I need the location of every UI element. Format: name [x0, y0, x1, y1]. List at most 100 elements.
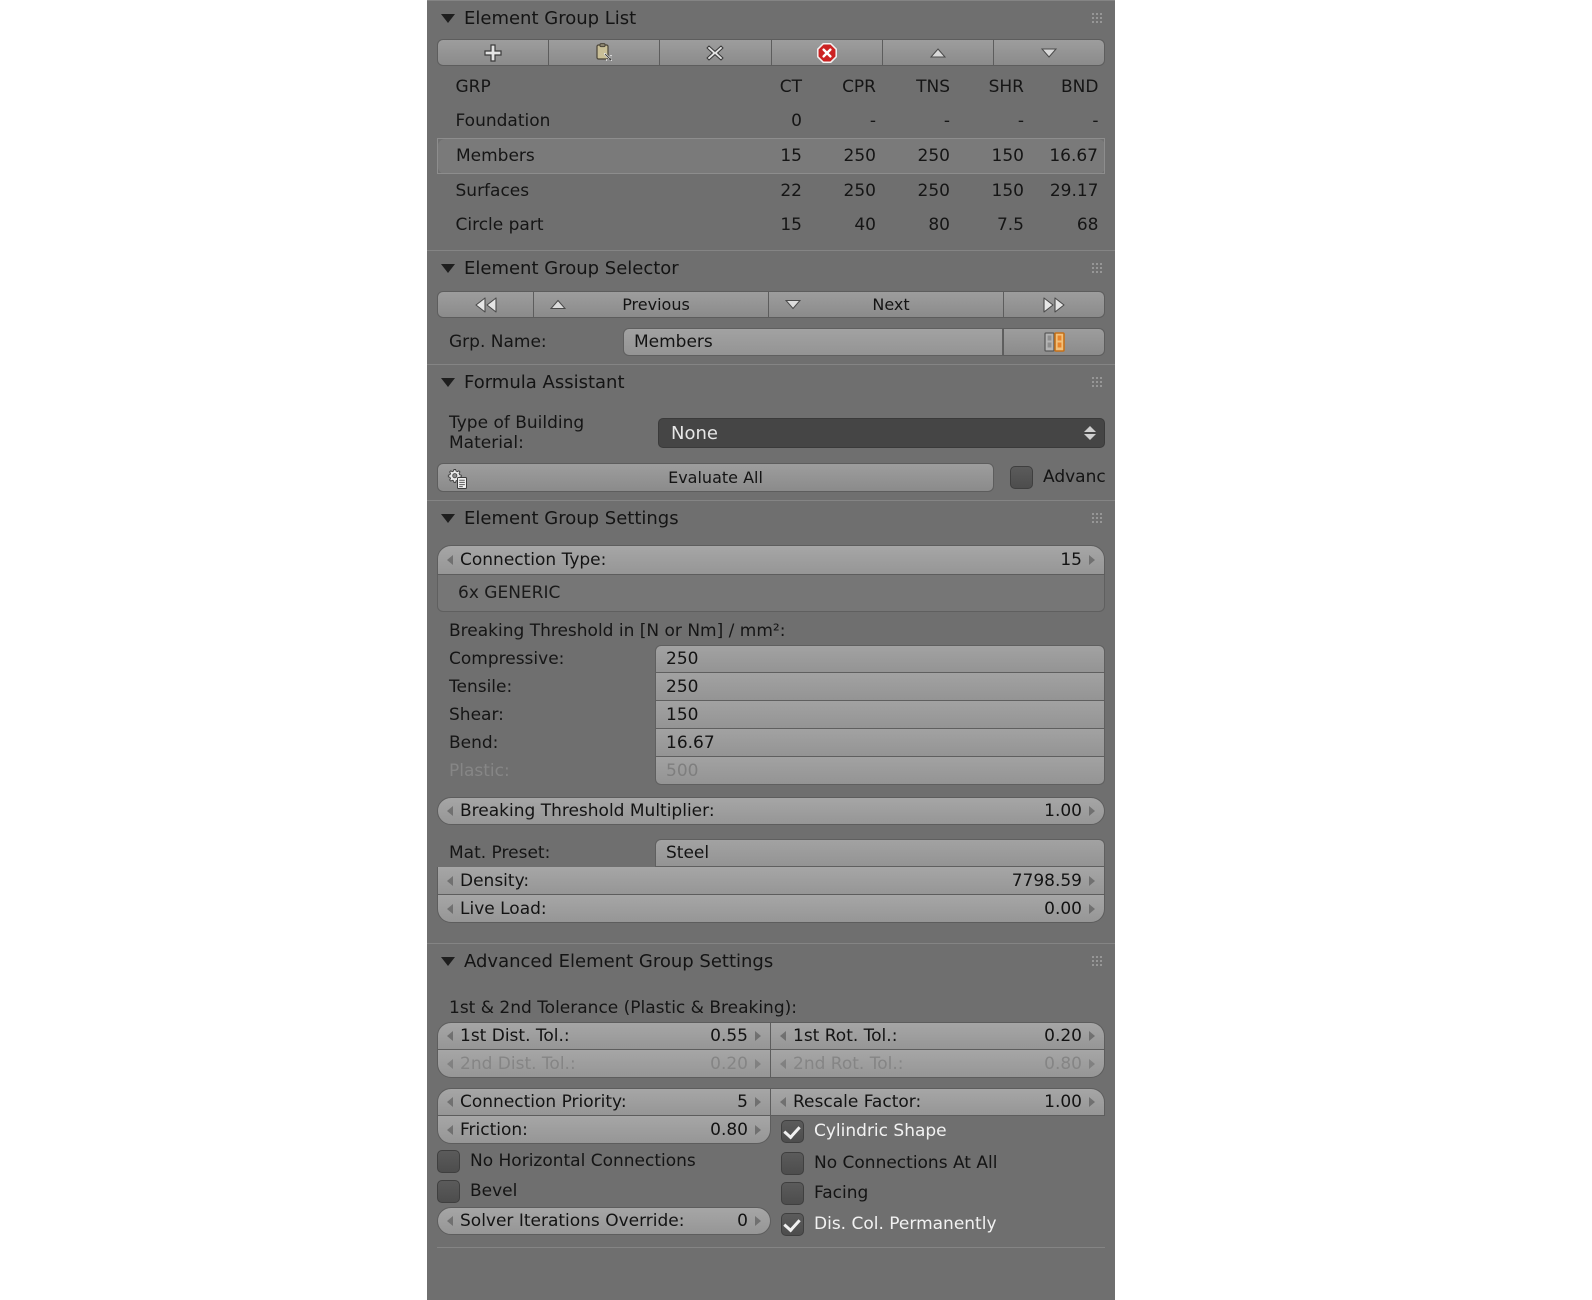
- cylindric-shape-checkbox[interactable]: [781, 1119, 804, 1143]
- advanced-checkbox[interactable]: [1010, 465, 1033, 489]
- no-horizontal-connections-checkbox[interactable]: [437, 1149, 460, 1173]
- copy-to-selected-button[interactable]: [1003, 328, 1105, 356]
- density-value: 7798.59: [1011, 870, 1082, 891]
- panel-header-element-group-settings[interactable]: Element Group Settings: [427, 501, 1115, 535]
- first-dist-tol-slider[interactable]: 1st Dist. Tol.: 0.55: [437, 1022, 771, 1050]
- bend-input[interactable]: 16.67: [655, 729, 1105, 757]
- arrow-left-icon[interactable]: [447, 875, 453, 886]
- duplicate-group-button[interactable]: [549, 39, 661, 66]
- arrow-left-icon[interactable]: [447, 1031, 453, 1041]
- add-group-button[interactable]: [437, 39, 550, 66]
- tensile-value: 250: [666, 676, 699, 697]
- rescale-factor-slider[interactable]: Rescale Factor: 1.00: [771, 1088, 1105, 1116]
- arrow-left-icon[interactable]: [447, 555, 453, 565]
- arrow-left-icon[interactable]: [447, 1097, 453, 1107]
- arrow-left-icon[interactable]: [447, 903, 453, 914]
- panel-advanced-element-group-settings: Advanced Element Group Settings 1st & 2n…: [427, 943, 1115, 1256]
- bevel-row[interactable]: Bevel: [437, 1176, 771, 1206]
- panel-title: Element Group Selector: [464, 257, 679, 279]
- arrow-right-icon[interactable]: [1089, 1031, 1095, 1041]
- panel-header-element-group-selector[interactable]: Element Group Selector: [427, 251, 1115, 285]
- second-rot-tol-slider: 2nd Rot. Tol.: 0.80: [771, 1050, 1105, 1078]
- collapse-triangle-icon[interactable]: [441, 13, 455, 23]
- dis-col-permanently-checkbox[interactable]: [781, 1212, 804, 1236]
- friction-slider[interactable]: Friction: 0.80: [437, 1116, 771, 1144]
- first-group-button[interactable]: [437, 291, 534, 318]
- drag-grip-icon[interactable]: [1091, 12, 1103, 24]
- no-connections-at-all-row[interactable]: No Connections At All: [781, 1148, 1105, 1178]
- no-connections-at-all-checkbox[interactable]: [781, 1151, 804, 1175]
- delete-all-groups-button[interactable]: [771, 39, 883, 66]
- panel-body-element-group-list: GRP CT CPR TNS SHR BND Foundation 0 - - …: [427, 39, 1115, 250]
- arrow-right-icon[interactable]: [1089, 875, 1095, 886]
- move-group-down-button[interactable]: [993, 39, 1106, 66]
- arrow-right-icon: [1089, 1058, 1095, 1069]
- arrow-left-icon[interactable]: [447, 1124, 453, 1135]
- arrow-right-icon[interactable]: [755, 1124, 761, 1135]
- paste-icon: [593, 42, 615, 64]
- panel-header-advanced-element-group-settings[interactable]: Advanced Element Group Settings: [427, 944, 1115, 978]
- building-material-select[interactable]: None: [658, 418, 1105, 448]
- bevel-checkbox[interactable]: [437, 1179, 460, 1203]
- arrow-left-icon[interactable]: [780, 1031, 786, 1041]
- panel-header-formula-assistant[interactable]: Formula Assistant: [427, 365, 1115, 399]
- solver-iterations-label: Solver Iterations Override:: [460, 1211, 685, 1231]
- remove-group-button[interactable]: [660, 39, 772, 66]
- arrow-left-icon[interactable]: [447, 1216, 453, 1226]
- density-label: Density:: [460, 870, 530, 891]
- grp-name-input[interactable]: [623, 328, 1003, 356]
- dis-col-permanently-row[interactable]: Dis. Col. Permanently: [781, 1209, 1105, 1239]
- collapse-triangle-icon[interactable]: [441, 263, 455, 273]
- compressive-input[interactable]: 250: [655, 645, 1105, 673]
- table-row[interactable]: Surfaces 22 250 250 150 29.17: [438, 174, 1105, 209]
- last-group-button[interactable]: [1004, 291, 1105, 318]
- drag-grip-icon[interactable]: [1091, 262, 1103, 274]
- cylindric-shape-row[interactable]: Cylindric Shape: [781, 1116, 1105, 1146]
- drag-grip-icon[interactable]: [1091, 955, 1103, 967]
- table-row-selected[interactable]: Members 15 250 250 150 16.67: [437, 138, 1105, 174]
- no-horizontal-connections-row[interactable]: No Horizontal Connections: [437, 1146, 771, 1176]
- arrow-right-icon[interactable]: [1089, 903, 1095, 914]
- connection-type-detail-text: 6x GENERIC: [458, 583, 561, 603]
- density-slider[interactable]: Density: 7798.59: [437, 867, 1105, 895]
- mat-preset-row: Mat. Preset: Steel: [437, 839, 1105, 867]
- arrow-right-icon[interactable]: [1089, 555, 1095, 565]
- move-group-up-button[interactable]: [882, 39, 994, 66]
- collapse-triangle-icon[interactable]: [441, 513, 455, 523]
- shear-input[interactable]: 150: [655, 701, 1105, 729]
- arrow-right-icon[interactable]: [755, 1097, 761, 1107]
- cell-shr: -: [1017, 111, 1024, 131]
- collapse-triangle-icon[interactable]: [441, 956, 455, 966]
- next-group-button[interactable]: Next: [769, 291, 1004, 318]
- table-row[interactable]: Circle part 15 40 80 7.5 68: [438, 208, 1105, 242]
- advanced-checkbox-row[interactable]: Advanc: [1010, 462, 1106, 492]
- drag-grip-icon[interactable]: [1091, 376, 1103, 388]
- arrow-left-icon[interactable]: [780, 1097, 786, 1107]
- evaluate-all-button[interactable]: Evaluate All: [437, 462, 994, 492]
- cell-tns: 80: [928, 215, 950, 235]
- solver-iterations-override-slider[interactable]: Solver Iterations Override: 0: [437, 1207, 771, 1235]
- connection-type-slider[interactable]: Connection Type: 15: [437, 545, 1105, 575]
- breaking-threshold-multiplier-slider[interactable]: Breaking Threshold Multiplier: 1.00: [437, 797, 1105, 825]
- drag-grip-icon[interactable]: [1091, 512, 1103, 524]
- live-load-slider[interactable]: Live Load: 0.00: [437, 895, 1105, 923]
- first-dist-tol-value: 0.55: [710, 1026, 748, 1046]
- facing-checkbox[interactable]: [781, 1181, 804, 1205]
- tensile-input[interactable]: 250: [655, 673, 1105, 701]
- collapse-triangle-icon[interactable]: [441, 377, 455, 387]
- arrow-left-icon[interactable]: [447, 806, 453, 816]
- arrow-right-icon[interactable]: [1089, 806, 1095, 816]
- arrow-right-icon[interactable]: [755, 1031, 761, 1041]
- connection-priority-value: 5: [737, 1092, 748, 1112]
- facing-row[interactable]: Facing: [781, 1178, 1105, 1208]
- connection-priority-slider[interactable]: Connection Priority: 5: [437, 1088, 771, 1116]
- first-rot-tol-slider[interactable]: 1st Rot. Tol.: 0.20: [771, 1022, 1105, 1050]
- cell-cpr: -: [869, 111, 876, 131]
- table-row[interactable]: Foundation 0 - - - -: [438, 104, 1105, 139]
- tolerance-row-1: 1st Dist. Tol.: 0.55 2nd Dist. Tol.: 0.2…: [437, 1022, 1105, 1078]
- mat-preset-input[interactable]: Steel: [655, 839, 1105, 867]
- panel-header-element-group-list[interactable]: Element Group List: [427, 1, 1115, 35]
- arrow-right-icon[interactable]: [1089, 1097, 1095, 1107]
- arrow-right-icon[interactable]: [755, 1216, 761, 1226]
- previous-group-button[interactable]: Previous: [534, 291, 769, 318]
